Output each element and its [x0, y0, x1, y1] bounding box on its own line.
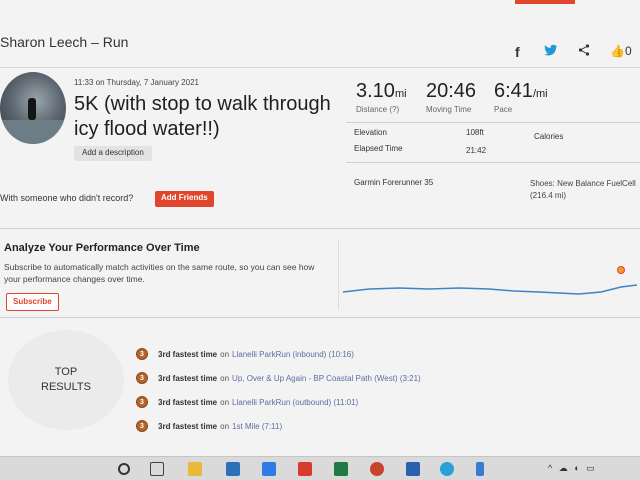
stats-divider — [346, 122, 640, 123]
edge-icon[interactable] — [440, 462, 454, 476]
share-icon[interactable] — [578, 44, 590, 56]
medal-icon: 3 — [136, 396, 148, 408]
system-tray[interactable]: ^ ☁ ◐ ▭ — [548, 463, 597, 474]
kudos-icon[interactable]: 👍 0 — [610, 44, 632, 58]
result-on: on — [220, 397, 230, 407]
result-segment-link[interactable]: 1st Mile (7:11) — [232, 422, 282, 431]
result-achievement: 3rd fastest time — [158, 421, 218, 431]
excel-icon[interactable] — [334, 462, 348, 476]
distance-value: 3.10 — [356, 80, 395, 102]
activity-header: Sharon Leech – Run f 👍 0 — [0, 22, 640, 68]
distance-unit: mi — [394, 88, 407, 100]
phone-link-icon[interactable] — [476, 462, 484, 476]
shoes-info[interactable]: Shoes: New Balance FuelCell (216.4 mi) — [530, 178, 640, 202]
task-view-icon[interactable] — [150, 462, 164, 476]
moving-time-stat: 20:46 Moving Time — [426, 80, 476, 114]
dropbox-icon[interactable] — [262, 462, 276, 476]
device-name: Garmin Forerunner 35 — [354, 178, 434, 187]
athlete-activity-title: Sharon Leech – Run — [0, 34, 129, 50]
analyze-subtext: Subscribe to automatically match activit… — [4, 262, 315, 284]
elevation-value: 108ft — [466, 128, 484, 137]
pace-value: 6:41 — [494, 80, 533, 102]
medal-icon: 3 — [136, 420, 148, 432]
result-item[interactable]: 3 3rd fastest time on Up, Over & Up Agai… — [136, 372, 421, 384]
office-icon[interactable] — [298, 462, 312, 476]
activity-datetime: 11:33 on Thursday, 7 January 2021 — [74, 78, 199, 87]
result-on: on — [220, 349, 230, 359]
performance-chart-svg — [342, 266, 638, 295]
facebook-icon[interactable]: f — [515, 44, 520, 60]
pace-stat: 6:41/mi Pace — [494, 80, 548, 114]
distance-label: Distance (?) — [356, 105, 400, 114]
calories-label: Calories — [534, 132, 564, 141]
search-icon[interactable] — [118, 463, 130, 475]
result-segment-link[interactable]: Llanelli ParkRun (inbound) (10:16) — [232, 350, 354, 359]
result-achievement: 3rd fastest time — [158, 373, 218, 383]
pace-unit: /mi — [532, 88, 548, 100]
result-item[interactable]: 3 3rd fastest time on Llanelli ParkRun (… — [136, 396, 358, 408]
result-item[interactable]: 3 3rd fastest time on Llanelli ParkRun (… — [136, 348, 354, 360]
file-explorer-icon[interactable] — [188, 462, 202, 476]
mail-icon[interactable] — [226, 462, 240, 476]
performance-line — [342, 284, 638, 295]
result-segment-link[interactable]: Llanelli ParkRun (outbound) (11:01) — [232, 398, 358, 407]
powerpoint-icon[interactable] — [370, 462, 384, 476]
pace-label: Pace — [494, 105, 513, 114]
subscribe-button[interactable]: Subscribe — [6, 293, 59, 311]
kudos-count: 0 — [624, 44, 632, 58]
moving-time-value: 20:46 — [426, 80, 477, 102]
analyze-heading: Analyze Your Performance Over Time — [4, 242, 200, 254]
add-friends-button[interactable]: Add Friends — [155, 191, 214, 207]
result-achievement: 3rd fastest time — [158, 349, 218, 359]
result-achievement: 3rd fastest time — [158, 397, 218, 407]
friends-prompt: With someone who didn't record? — [0, 193, 134, 203]
result-segment-link[interactable]: Up, Over & Up Again - BP Coastal Path (W… — [232, 374, 421, 383]
result-item[interactable]: 3 3rd fastest time on 1st Mile (7:11) — [136, 420, 282, 432]
elapsed-time-label: Elapsed Time — [354, 144, 403, 153]
shoes-label: Shoes: New Balance FuelCell — [530, 179, 636, 188]
add-description-button[interactable]: Add a description — [74, 146, 152, 161]
moving-time-label: Moving Time — [426, 105, 472, 114]
photo-water — [0, 120, 66, 144]
word-icon[interactable] — [406, 462, 420, 476]
top-results-badge: TOP RESULTS — [8, 330, 124, 430]
twitter-icon[interactable] — [544, 44, 558, 56]
top-results-title-line2: RESULTS — [41, 381, 91, 393]
performance-chart — [338, 240, 640, 310]
result-on: on — [220, 421, 230, 431]
activity-title[interactable]: 5K (with stop to walk through icy flood … — [74, 92, 344, 142]
medal-icon: 3 — [136, 372, 148, 384]
top-results-title-line1: TOP — [54, 366, 78, 378]
elapsed-time-value: 21:42 — [466, 146, 487, 155]
stats-divider-lower — [346, 162, 640, 163]
athlete-photo — [0, 72, 66, 144]
result-on: on — [220, 373, 230, 383]
top-accent-bar — [515, 0, 575, 4]
distance-stat: 3.10mi Distance (?) — [356, 80, 407, 114]
windows-taskbar: ^ ☁ ◐ ▭ — [0, 456, 640, 480]
medal-icon: 3 — [136, 348, 148, 360]
current-activity-marker — [617, 266, 625, 274]
elevation-label: Elevation — [354, 128, 387, 137]
runner-silhouette — [28, 98, 36, 120]
shoes-mileage: (216.4 mi) — [530, 191, 567, 200]
